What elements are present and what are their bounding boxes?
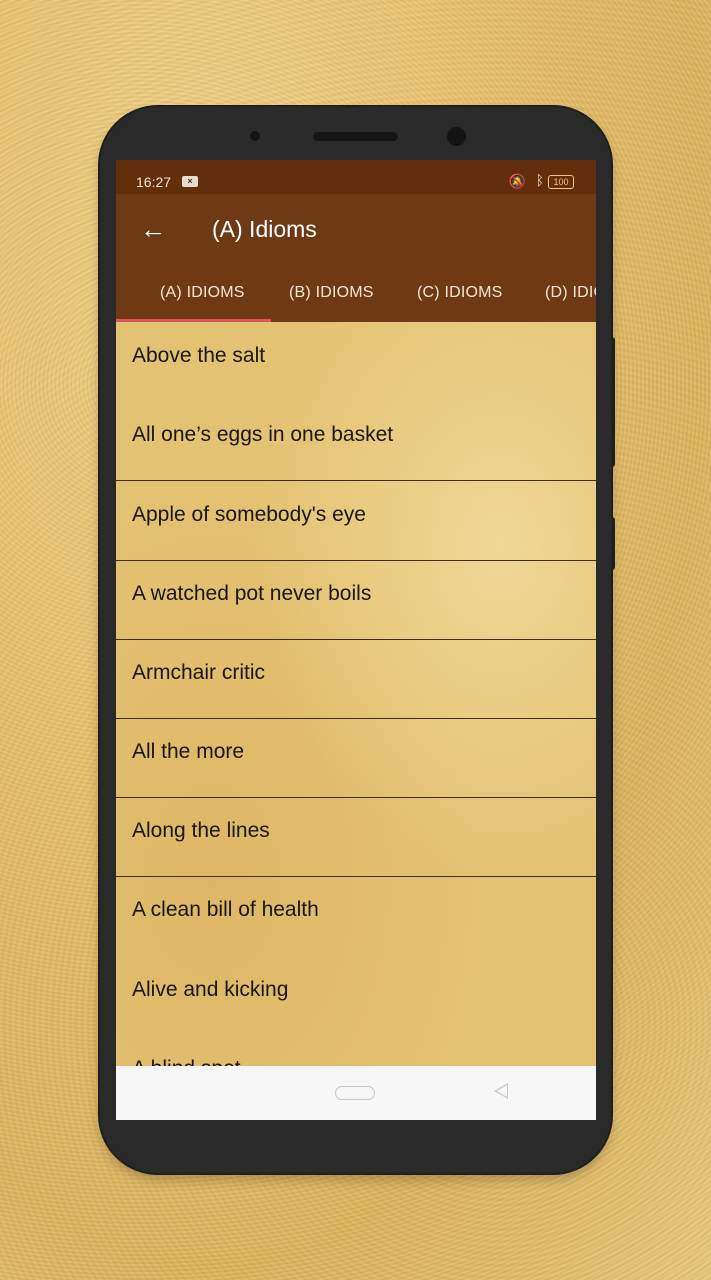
screen: 16:27 × 🔕 ᛒ 100 ← (A) Idioms (A) IDIOMS … — [116, 160, 596, 1120]
idiom-label: Armchair critic — [132, 661, 266, 684]
idiom-label: A watched pot never boils — [132, 582, 372, 605]
list-item[interactable]: A clean bill of health — [116, 876, 596, 955]
page-title: (A) Idioms — [212, 216, 317, 242]
idiom-label: A clean bill of health — [132, 898, 319, 921]
idiom-label: All the more — [132, 740, 245, 763]
status-bar: 16:27 × 🔕 ᛒ 100 — [116, 160, 596, 194]
list-item[interactable]: Along the lines — [116, 797, 596, 877]
tab-d-idioms[interactable]: (D) IDIOMS — [545, 278, 596, 322]
tab-bar: (A) IDIOMS (B) IDIOMS (C) IDIOMS (D) IDI… — [116, 278, 596, 322]
idiom-label: Above the salt — [132, 344, 266, 367]
idiom-label: A blind spot — [132, 1057, 241, 1066]
idiom-label: All one’s eggs in one basket — [132, 423, 394, 446]
tab-c-idioms[interactable]: (C) IDIOMS — [417, 278, 503, 322]
idiom-list[interactable]: Above the salt All one’s eggs in one bas… — [116, 322, 596, 1066]
proximity-sensor — [250, 131, 260, 141]
bluetooth-icon: ᛒ — [535, 172, 544, 188]
battery-icon: 100 — [548, 175, 574, 189]
idiom-label: Alive and kicking — [132, 978, 289, 1001]
tab-a-idioms[interactable]: (A) IDIOMS — [160, 278, 245, 322]
navigation-bar — [116, 1066, 596, 1120]
status-time: 16:27 — [136, 174, 172, 190]
front-camera — [447, 127, 466, 146]
earpiece-speaker — [313, 132, 398, 141]
list-item[interactable]: All one’s eggs in one basket — [116, 401, 596, 481]
tab-b-idioms[interactable]: (B) IDIOMS — [289, 278, 374, 322]
notifications-off-icon: 🔕 — [508, 173, 526, 189]
list-item[interactable]: Apple of somebody's eye — [116, 481, 596, 561]
idiom-label: Apple of somebody's eye — [132, 503, 366, 526]
app-bar: ← (A) Idioms (A) IDIOMS (B) IDIOMS (C) I… — [116, 194, 596, 322]
list-item[interactable]: Alive and kicking — [116, 956, 596, 1035]
list-item[interactable]: Above the salt — [116, 322, 596, 401]
x-notification-icon: × — [182, 176, 198, 187]
home-button-icon[interactable] — [335, 1086, 375, 1100]
list-item[interactable]: A blind spot — [116, 1035, 596, 1066]
back-triangle-icon[interactable] — [494, 1083, 508, 1099]
back-arrow-icon[interactable]: ← — [140, 214, 170, 244]
idiom-label: Along the lines — [132, 819, 270, 842]
list-item[interactable]: Armchair critic — [116, 639, 596, 719]
list-item[interactable]: All the more — [116, 718, 596, 798]
list-item[interactable]: A watched pot never boils — [116, 560, 596, 640]
